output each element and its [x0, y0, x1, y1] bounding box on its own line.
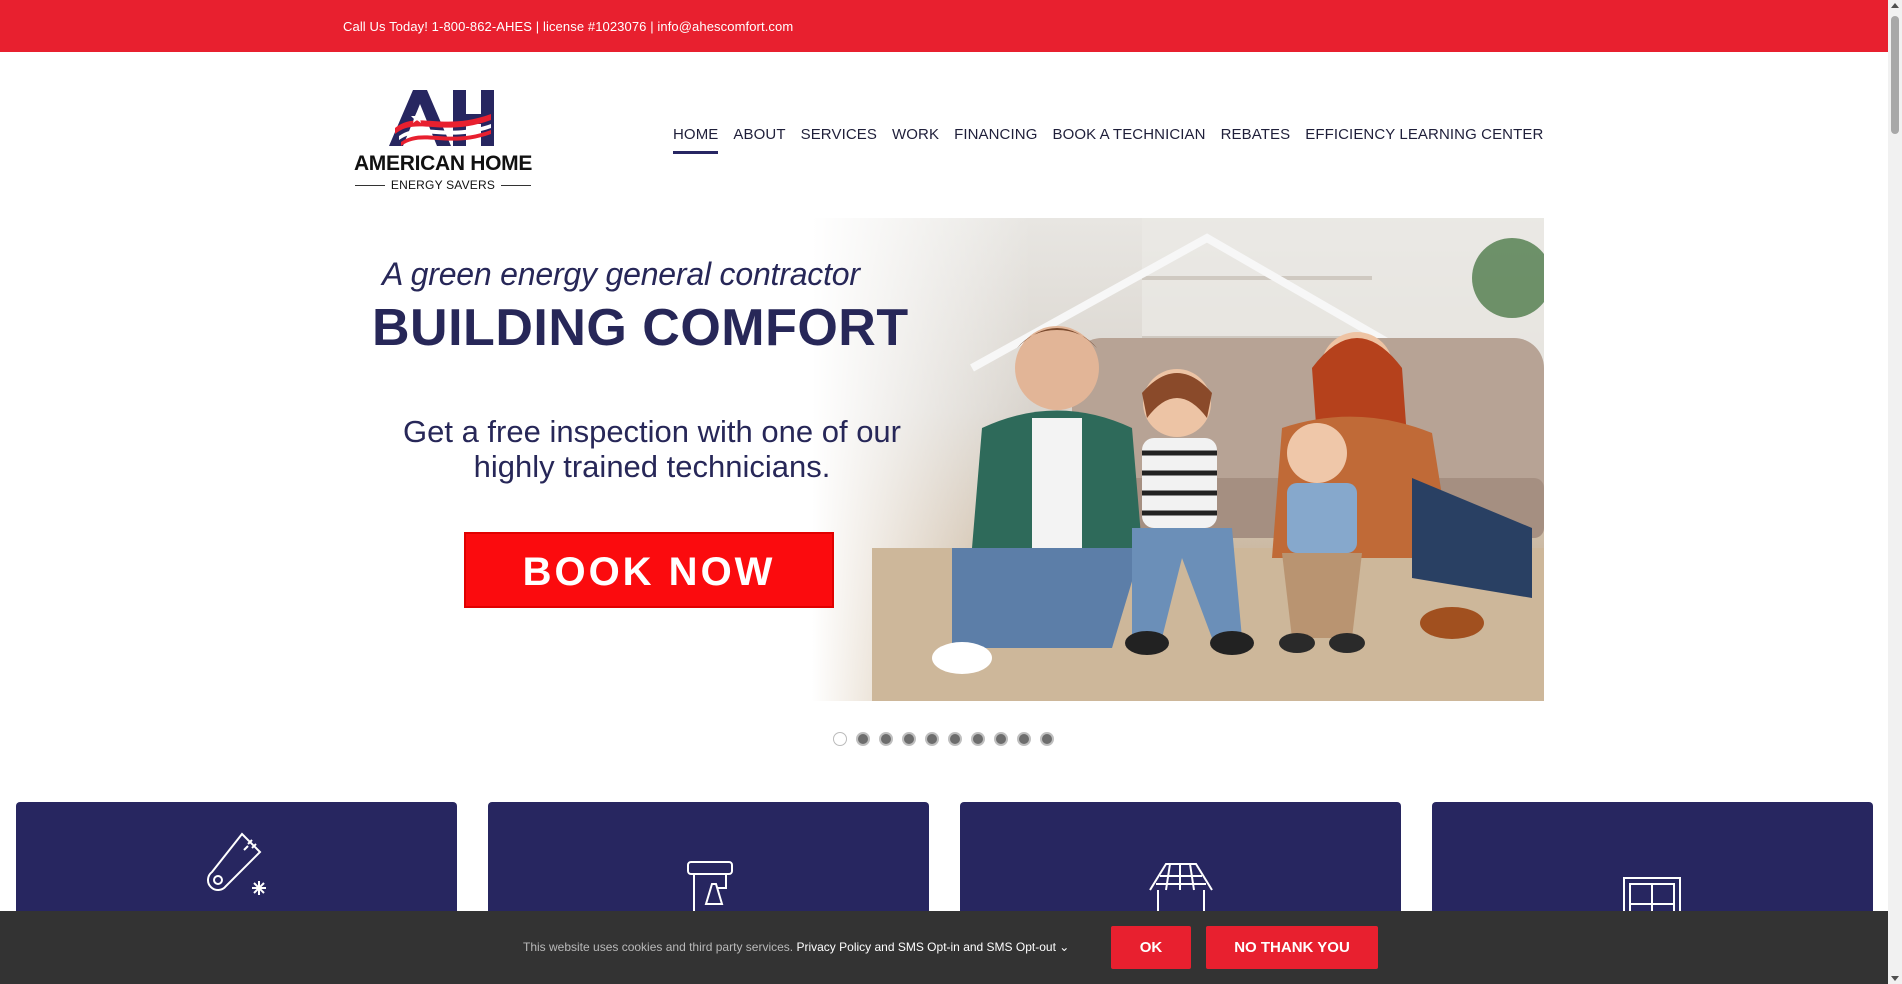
slider-dot-5[interactable]: [925, 732, 939, 746]
slider-dot-6[interactable]: [948, 732, 962, 746]
cookie-ok-button[interactable]: OK: [1111, 926, 1191, 969]
scroll-up-icon[interactable]: [1891, 3, 1899, 8]
book-now-button[interactable]: BOOK NOW: [464, 532, 834, 608]
hero-headline: BUILDING COMFORT: [372, 299, 909, 357]
privacy-policy-link-label: Privacy Policy and SMS Opt-in and SMS Op…: [796, 940, 1056, 954]
house-roof-icon: [1149, 863, 1213, 916]
thermometer-snowflake-icon: [207, 832, 266, 895]
hero-offer: Get a free inspection with one of our hi…: [352, 414, 952, 484]
page: Call Us Today! 1-800-862-AHES | license …: [0, 0, 1902, 984]
scroll-down-icon[interactable]: [1891, 976, 1899, 981]
faucet-icon: [687, 861, 733, 914]
page-scrollbar[interactable]: [1888, 0, 1902, 984]
logo-rule-right: [501, 185, 531, 186]
main-nav: HOME ABOUT SERVICES WORK FINANCING BOOK …: [673, 124, 1558, 154]
logo-subtitle-wrap: ENERGY SAVERS: [355, 178, 531, 192]
nav-item-efficiency-learning-center[interactable]: EFFICIENCY LEARNING CENTER: [1305, 124, 1543, 154]
cookie-message: This website uses cookies and third part…: [523, 940, 1069, 954]
nav-item-about[interactable]: ABOUT: [733, 124, 785, 154]
chevron-down-icon: ⌄: [1059, 940, 1070, 954]
slider-dot-10[interactable]: [1040, 732, 1054, 746]
hero-offer-line-1: Get a free inspection with one of our: [402, 414, 901, 449]
slider-dot-1[interactable]: [833, 732, 847, 746]
slider-pagination: [833, 732, 1054, 746]
cookie-decline-button[interactable]: NO THANK YOU: [1206, 926, 1378, 969]
slider-dot-4[interactable]: [902, 732, 916, 746]
top-contact-bar: Call Us Today! 1-800-862-AHES | license …: [0, 0, 1888, 52]
nav-item-home[interactable]: HOME: [673, 124, 719, 154]
nav-item-rebates[interactable]: REBATES: [1221, 124, 1291, 154]
logo-name: AMERICAN HOME: [353, 152, 533, 175]
nav-item-book-a-technician[interactable]: BOOK A TECHNICIAN: [1052, 124, 1205, 154]
hero-tagline: A green energy general contractor: [382, 256, 860, 292]
slider-dot-3[interactable]: [879, 732, 893, 746]
scrollbar-thumb[interactable]: [1891, 16, 1899, 134]
hero-offer-line-2: highly trained technicians.: [473, 449, 831, 484]
site-logo[interactable]: AMERICAN HOME ENERGY SAVERS: [353, 88, 533, 194]
cookie-consent-bar: This website uses cookies and third part…: [0, 911, 1888, 984]
slider-dot-7[interactable]: [971, 732, 985, 746]
contact-info[interactable]: Call Us Today! 1-800-862-AHES | license …: [343, 19, 793, 34]
slider-dot-2[interactable]: [856, 732, 870, 746]
nav-item-work[interactable]: WORK: [892, 124, 939, 154]
cookie-message-text: This website uses cookies and third part…: [523, 940, 794, 954]
privacy-policy-link[interactable]: Privacy Policy and SMS Opt-in and SMS Op…: [796, 940, 1069, 954]
nav-item-services[interactable]: SERVICES: [801, 124, 877, 154]
nav-item-financing[interactable]: FINANCING: [954, 124, 1037, 154]
logo-mark-icon: [389, 90, 494, 146]
hero-slider[interactable]: A green energy general contractor BUILDI…: [352, 218, 1544, 701]
slider-dot-8[interactable]: [994, 732, 1008, 746]
slider-dot-9[interactable]: [1017, 732, 1031, 746]
